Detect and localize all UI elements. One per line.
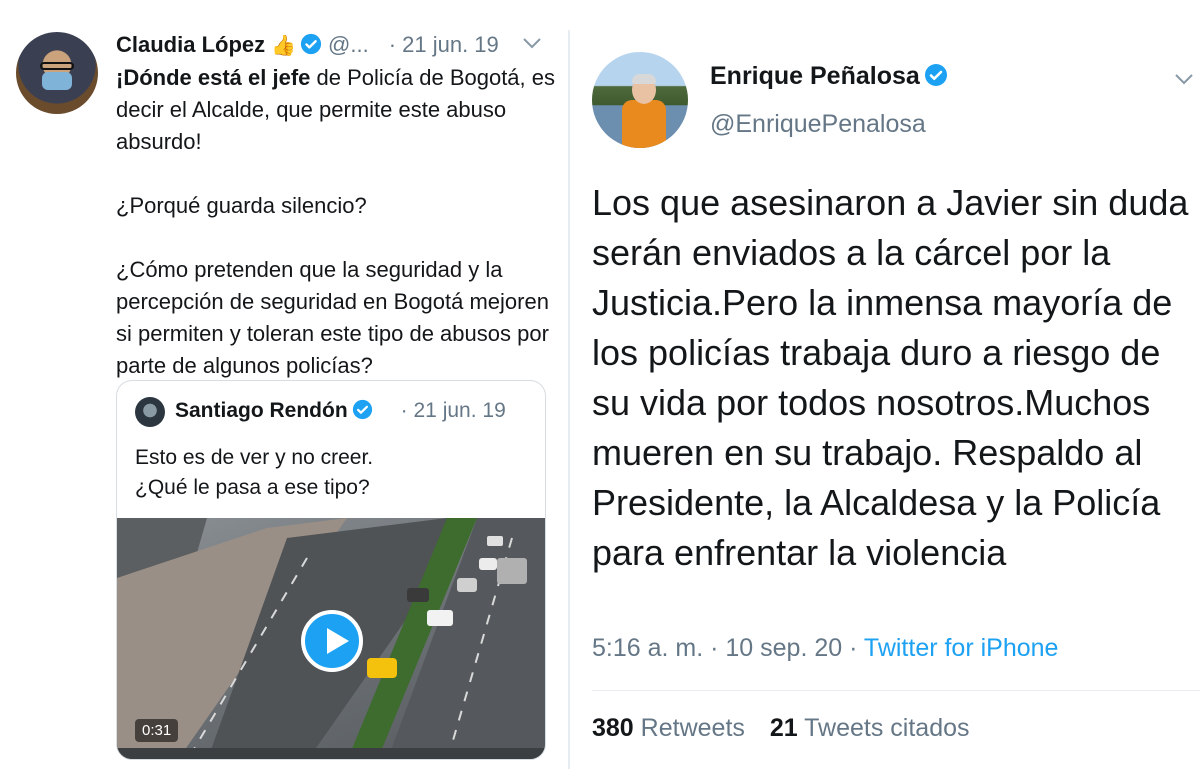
tweet-source-link[interactable]: Twitter for iPhone	[864, 634, 1059, 662]
quotes-label: Tweets citados	[804, 714, 970, 742]
chevron-down-icon[interactable]	[522, 36, 542, 50]
quoted-line-1: Esto es de ver y no creer.	[135, 446, 374, 469]
verified-badge-icon	[300, 33, 322, 55]
claudia-lopez-avatar[interactable]	[16, 32, 98, 114]
santiago-rendon-avatar[interactable]	[135, 397, 165, 427]
enrique-penalosa-avatar[interactable]	[592, 52, 688, 148]
quoted-line-2: ¿Qué le pasa a ese tipo?	[135, 476, 370, 499]
avatar-glasses	[40, 62, 74, 70]
tweet-paragraph-1: ¡Dónde está el jefe de Policía de Bogotá…	[116, 62, 566, 158]
author-name[interactable]: Claudia López	[116, 32, 265, 57]
quoted-tweet-header: Santiago Rendón · 21 jun. 19	[175, 399, 506, 423]
tweet-paragraph-3: ¿Cómo pretenden que la seguridad y la pe…	[116, 257, 549, 378]
right-tweet: Enrique Peñalosa @EnriquePenalosa Los qu…	[570, 0, 1200, 769]
quoted-tweet-date[interactable]: · 21 jun. 19	[401, 399, 506, 422]
tweet-date[interactable]: · 21 jun. 19	[389, 32, 499, 57]
author-name-text[interactable]: Enrique Peñalosa	[710, 62, 920, 90]
author-name: Enrique Peñalosa	[710, 62, 948, 91]
avatar-coat	[622, 100, 666, 148]
quotes-count: 21	[769, 714, 798, 742]
tweet-stats: 380 Retweets 21 Tweets citados	[592, 714, 970, 743]
video-thumbnail[interactable]: 0:31	[117, 518, 545, 759]
retweets-label: Retweets	[640, 714, 745, 742]
thumbs-up-emoji: 👍	[271, 35, 297, 57]
quoted-author-name[interactable]: Santiago Rendón	[175, 399, 348, 422]
tweet-timestamp[interactable]: 5:16 a. m. · 10 sep. 20 ·	[592, 634, 864, 662]
play-button[interactable]	[301, 610, 363, 672]
verified-badge-icon	[352, 399, 372, 420]
avatar-mask	[42, 72, 72, 90]
left-tweet: Claudia López 👍 @... · 21 jun. 19 ¡Dónde es…	[0, 0, 568, 769]
divider-line	[592, 690, 1200, 691]
author-handle[interactable]: @...	[328, 32, 369, 57]
avatar-hair	[632, 74, 656, 84]
left-tweet-text: ¡Dónde está el jefe de Policía de Bogotá…	[116, 62, 566, 382]
tweet-paragraph-2: ¿Porqué guarda silencio?	[116, 193, 367, 218]
right-tweet-text: Los que asesinaron a Javier sin duda ser…	[592, 182, 1189, 573]
tweet-meta: 5:16 a. m. · 10 sep. 20 · Twitter for iP…	[592, 634, 1058, 663]
quoted-tweet-text: Esto es de ver y no creer. ¿Qué le pasa …	[135, 443, 535, 503]
quoted-tweet-card[interactable]: Santiago Rendón · 21 jun. 19 Esto es de v…	[116, 380, 546, 760]
bold-intro: ¡Dónde está el jefe	[116, 65, 311, 90]
quotes-stat[interactable]: 21 Tweets citados	[770, 714, 970, 742]
left-tweet-header: Claudia López 👍 @... · 21 jun. 19	[116, 32, 499, 59]
chevron-down-icon[interactable]	[1174, 72, 1194, 86]
video-duration: 0:31	[135, 719, 179, 742]
verified-badge-icon	[924, 64, 947, 86]
author-handle[interactable]: @EnriquePenalosa	[710, 110, 926, 139]
retweets-stat[interactable]: 380 Retweets	[592, 714, 745, 742]
retweets-count: 380	[592, 714, 634, 742]
